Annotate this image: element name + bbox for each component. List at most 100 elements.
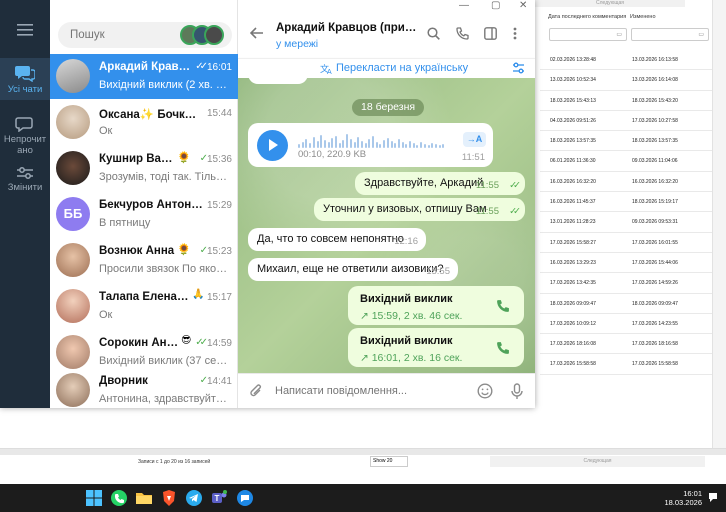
table-row[interactable]: 02.03.2026 13:28:48 13.03.2026 16:13:58 [540,50,726,71]
chat-item[interactable]: Оксана✨ Бочко🎧 15:44 Ок [50,100,238,145]
message-text: Михаил, еще не ответили аизовики? [257,263,444,275]
notification-icon[interactable] [708,492,718,503]
col-header-modified[interactable]: Изменено [630,14,656,20]
incoming-message[interactable]: Михаил, еще не ответили аизовики? 15:55 [248,258,458,281]
table-row[interactable]: 18.03.2026 15:43:13 18.03.2026 15:43:20 [540,91,726,111]
table-row[interactable]: 06.01.2026 11:36:30 09.03.2026 11:04:06 [540,151,726,172]
message-input[interactable] [275,383,465,399]
play-button[interactable] [257,130,288,161]
date-filter-input[interactable]: ▭ [631,28,709,41]
voice-message[interactable]: 00:10, 220.9 KB →A 11:51 [248,123,493,167]
outgoing-message[interactable]: Здравствуйте, Аркадий 11:55 ✓✓ [355,172,525,195]
horizontal-scrollbar[interactable] [0,449,726,455]
message-composer [238,373,535,408]
outgoing-message[interactable]: Уточнил у визовых, отпишу Вам 11:55 ✓✓ [314,198,525,221]
chat-time: 15:36 [206,154,232,165]
next-page-top-button[interactable]: Следующая [535,0,685,7]
table-row[interactable]: 17.03.2026 18:16:08 17.03.2026 18:16:58 [540,334,726,355]
call-message[interactable]: Вихідний виклик ↗ 15:59, 2 хв. 46 сек. [348,286,524,325]
folder-unread-label-1: Непрочит [3,134,47,145]
waveform-bar [320,135,323,148]
folder-all-chats[interactable]: Усі чати [0,58,50,100]
waveform-bar [401,142,404,148]
table-row[interactable]: 17.03.2026 13:42:35 17.03.2026 14:59:26 [540,273,726,294]
microphone-icon[interactable] [511,383,523,400]
message-area[interactable]: 18 березня 00:10, 220.9 KB →A 11:51 Здра… [238,78,535,373]
attach-icon[interactable] [249,383,263,399]
call-back-phone-icon[interactable] [496,299,510,313]
translate-bar[interactable]: 文A Перекласти на українську [238,58,535,78]
phone-icon[interactable] [456,27,469,40]
cell-last-comment-date: 16.03.2026 16:32:20 [550,178,596,185]
more-vertical-icon[interactable] [513,27,517,40]
chat-item[interactable]: ББ Бекчуров Антон Борисович 15:29 В пятн… [50,192,238,237]
chat-preview: Антонина, здравствуйте По... [99,393,231,405]
message-bubble-partial[interactable] [248,78,308,84]
search-icon[interactable] [427,27,440,40]
sidebar-toggle-icon[interactable] [484,27,497,40]
table-row[interactable]: 16.03.2026 13:29:23 17.03.2026 15:44:06 [540,253,726,274]
translate-label[interactable]: Перекласти на українську [336,62,468,74]
table-row[interactable]: 17.03.2026 15:58:27 17.03.2026 16:01:55 [540,233,726,253]
page-size-select[interactable]: Show 20 [370,456,408,467]
file-explorer-icon[interactable] [135,489,153,507]
table-row[interactable]: 17.03.2026 10:09:12 17.03.2026 14:23:55 [540,314,726,335]
call-back-phone-icon[interactable] [496,341,510,355]
peer-name[interactable]: Аркадий Кравцов (привел Аизовики) [276,22,418,34]
date-filter-input[interactable]: ▭ [549,28,627,41]
table-row[interactable]: 13.03.2026 10:52:34 13.03.2026 16:14:08 [540,70,726,91]
edit-folders-button[interactable]: Змінити [0,162,50,198]
table-row[interactable]: 16.03.2026 11:45:37 18.03.2026 15:19:17 [540,192,726,213]
folder-unread[interactable]: Непрочит ано [0,110,50,156]
chat-item[interactable]: Дворник ✓ 14:41 Антонина, здравствуйте П… [50,368,238,408]
flag-emoji: 🌻 [177,244,191,256]
search-box[interactable] [58,22,232,48]
story-avatar[interactable] [204,25,224,45]
chat-item[interactable]: Аркадий Кравцов (привел Аизовики) ✓✓ 16:… [50,54,238,99]
table-row[interactable]: 16.03.2026 16:32:20 16.03.2026 16:32:20 [540,172,726,193]
next-page-bottom-button[interactable]: Следующая [490,456,705,467]
incoming-message[interactable]: Да, что то совсем непонятно 12:16 [248,228,426,251]
play-icon [269,139,278,151]
close-icon[interactable]: ✕ [519,0,527,11]
back-arrow-icon[interactable] [250,27,264,39]
translate-settings-icon[interactable] [512,62,525,74]
folder-rail: Усі чати Непрочит ано Змінити [0,0,50,408]
whatsapp-icon[interactable] [110,489,128,507]
col-header-last-comment[interactable]: Дата последнего комментария [548,14,626,20]
chat-item[interactable]: Кушнир Валентин 🌻 ✓ 15:36 Зрозумів, тоді… [50,146,238,191]
waveform-bar [346,134,349,148]
cell-modified-date: 17.03.2026 14:59:26 [632,280,678,287]
emoji-icon[interactable] [477,383,493,399]
windows-start-icon[interactable] [85,489,103,507]
call-message[interactable]: Вихідний виклик ↗ 16:01, 2 хв. 16 сек. [348,328,524,367]
chat-item[interactable]: Вознюк Анна 🌻 ✓ 15:23 Просили звязок По … [50,238,238,283]
table-row[interactable]: 17.03.2026 15:58:58 17.03.2026 15:58:58 [540,354,726,375]
chat-time: 14:41 [206,376,232,387]
chat-item[interactable]: Талапа Елена Алексеевна 🙏 15:17 Ок [50,284,238,329]
minimize-icon[interactable]: — [459,0,469,11]
chat-app-icon[interactable] [236,489,254,507]
table-row[interactable]: 04.03.2026 09:51:26 17.03.2026 10:27:58 [540,111,726,132]
search-input[interactable] [70,27,180,43]
waveform-bar [379,144,382,148]
table-row[interactable]: 18.03.2026 13:57:35 18.03.2026 13:57:35 [540,131,726,152]
system-clock[interactable]: 16:01 18.03.2026 [664,489,702,507]
table-row[interactable]: 13.01.2026 11:28:23 09.03.2026 09:53:31 [540,212,726,233]
page-scrollbar[interactable] [712,0,726,448]
transcribe-button[interactable]: →A [463,132,486,147]
waveform-bar [397,139,400,148]
cell-last-comment-date: 16.03.2026 13:29:23 [550,259,596,266]
menu-button[interactable] [0,24,50,44]
chat-name: Сорокин Андрей [99,337,181,349]
teams-icon[interactable]: T [210,489,228,507]
brave-browser-icon[interactable] [160,489,178,507]
translate-icon: 文A [320,63,332,75]
telegram-icon[interactable] [185,489,203,507]
window-controls: — ▢ ✕ [445,0,535,14]
table-row[interactable]: 18.03.2026 09:09:47 18.03.2026 09:09:47 [540,294,726,314]
unread-chat-icon [15,117,33,132]
voice-waveform[interactable] [298,134,448,148]
maximize-icon[interactable]: ▢ [491,0,500,11]
stories-strip[interactable] [180,25,226,45]
